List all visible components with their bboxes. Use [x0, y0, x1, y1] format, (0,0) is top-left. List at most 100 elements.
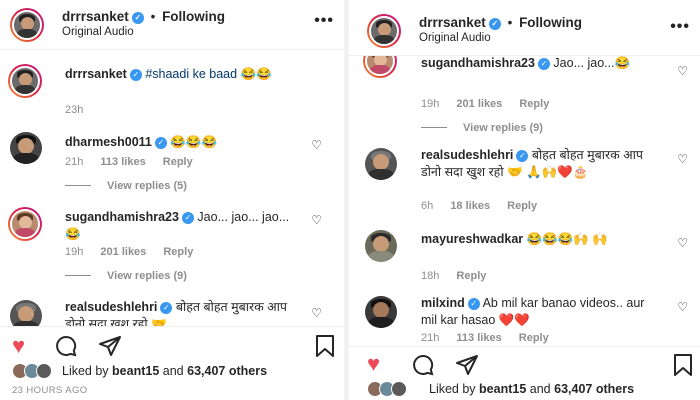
following-button[interactable]: Following [519, 15, 582, 30]
comment-item: realsudeshlehri ✓ बोहत बोहत मुबारक आप डोन… [0, 296, 344, 332]
comment-likes[interactable]: 201 likes [100, 246, 146, 258]
liked-by-text: Liked by beant15 and 63,407 others [429, 382, 634, 396]
comment-likes[interactable]: 18 likes [450, 200, 490, 212]
caption-emoji: 😂😂 [240, 67, 272, 81]
profile-avatar[interactable] [10, 8, 44, 42]
comment-item: sugandhamishra23 ✓ Jao... jao...😂 ♡ 19h 2… [349, 44, 700, 136]
verified-icon: ✓ [467, 298, 480, 310]
commenter-avatar[interactable] [8, 207, 42, 241]
comment-meta: 19h 201 likes Reply [65, 246, 207, 258]
liker-avatar[interactable] [36, 363, 52, 379]
bookmark-icon[interactable] [314, 334, 336, 362]
liked-and: and [529, 382, 551, 396]
comment-like-icon[interactable]: ♡ [677, 300, 688, 314]
comment-likes[interactable]: 201 likes [456, 98, 502, 110]
hashtag-link[interactable]: #shaadi ke baad [145, 67, 237, 81]
view-replies-label: View replies (5) [107, 180, 187, 192]
liker-avatar[interactable] [391, 381, 407, 397]
comment-text: sugandhamishra23 ✓ Jao... jao...😂 [421, 55, 656, 72]
comment-like-icon[interactable]: ♡ [677, 236, 688, 250]
verified-icon: ✓ [537, 58, 550, 70]
verified-icon: ✓ [131, 12, 144, 24]
right-post-panel: drrrsanket ✓ • Following Original Audio •… [349, 6, 700, 400]
commenter-avatar[interactable] [365, 148, 397, 180]
comment-item: realsudeshlehri ✓ बोहत बोहत मुबारक आप डोन… [349, 144, 700, 218]
comment-like-icon[interactable]: ♡ [677, 152, 688, 166]
commenter-avatar[interactable] [10, 132, 42, 164]
reply-button[interactable]: Reply [519, 332, 549, 344]
view-replies-line [421, 127, 447, 128]
comment-meta: 21h 113 likes Reply [421, 332, 563, 344]
reply-button[interactable]: Reply [163, 246, 193, 258]
bookmark-icon[interactable] [672, 353, 694, 381]
heart-filled-icon[interactable]: ♥ [12, 335, 25, 357]
comment-username[interactable]: sugandhamishra23 [65, 210, 179, 224]
comment-username[interactable]: realsudeshlehri [421, 148, 513, 162]
header-username[interactable]: drrrsanket [419, 15, 486, 30]
reply-button[interactable]: Reply [507, 200, 537, 212]
more-options-icon[interactable]: ••• [670, 18, 690, 36]
verified-icon: ✓ [154, 137, 167, 149]
view-replies-button[interactable]: View replies (9) [65, 270, 187, 282]
send-icon[interactable] [455, 353, 479, 381]
comment-text: realsudeshlehri ✓ बोहत बोहत मुबारक आप डोन… [421, 147, 653, 181]
liked-prefix: Liked by [429, 382, 476, 396]
comment-text: milxind ✓ Ab mil kar banao videos.. aur m… [421, 295, 653, 329]
audio-label[interactable]: Original Audio [62, 26, 134, 38]
caption-username[interactable]: drrrsanket [65, 67, 127, 81]
view-replies-line [65, 275, 91, 276]
liked-user[interactable]: beant15 [112, 364, 159, 378]
comment-time: 6h [421, 200, 434, 212]
comment-item: dharmesh0011 ✓ 😂😂😂 ♡ 21h 113 likes Reply … [0, 128, 344, 198]
comment-username[interactable]: dharmesh0011 [65, 135, 152, 149]
comment-body: Jao... jao...😂 [553, 56, 631, 70]
comment-icon[interactable] [54, 334, 78, 362]
header-username[interactable]: drrrsanket [62, 9, 129, 24]
caption-avatar[interactable] [8, 64, 42, 98]
view-replies-line [65, 185, 91, 186]
view-replies-label: View replies (9) [107, 270, 187, 282]
liked-count[interactable]: 63,407 others [554, 382, 634, 396]
caption-time: 23h [65, 104, 84, 116]
comment-time: 21h [65, 156, 84, 168]
liked-user[interactable]: beant15 [479, 382, 526, 396]
comment-icon[interactable] [411, 353, 435, 381]
caption: drrrsanket ✓ #shaadi ke baad 😂😂 23h [0, 58, 344, 118]
comment-username[interactable]: realsudeshlehri [65, 300, 157, 314]
comment-time: 19h [65, 246, 84, 258]
comment-username[interactable]: mayureshwadkar [421, 232, 523, 246]
post-actions: ♥ Liked by beant15 and 63,407 others [349, 346, 700, 400]
reply-button[interactable]: Reply [456, 270, 486, 282]
comment-like-icon[interactable]: ♡ [311, 306, 322, 320]
liked-count[interactable]: 63,407 others [187, 364, 267, 378]
profile-avatar[interactable] [367, 14, 401, 48]
reply-button[interactable]: Reply [519, 98, 549, 110]
audio-label[interactable]: Original Audio [419, 32, 491, 44]
header-username-row: drrrsanket ✓ • Following [62, 9, 225, 24]
comment-likes[interactable]: 113 likes [100, 156, 145, 168]
comment-time: 19h [421, 98, 440, 110]
reply-button[interactable]: Reply [163, 156, 193, 168]
view-replies-button[interactable]: View replies (5) [65, 180, 187, 192]
comment-username[interactable]: milxind [421, 296, 465, 310]
more-options-icon[interactable]: ••• [314, 12, 334, 30]
comment-item: mayureshwadkar 😂😂😂🙌 🙌 ♡ 18h Reply [349, 226, 700, 288]
comment-likes[interactable]: 113 likes [456, 332, 501, 344]
comment-meta: 19h 201 likes Reply [421, 98, 563, 110]
liked-and: and [162, 364, 184, 378]
comment-like-icon[interactable]: ♡ [677, 64, 688, 78]
caption-meta: 23h [65, 104, 97, 116]
commenter-avatar[interactable] [365, 230, 397, 262]
commenter-avatar[interactable] [365, 296, 397, 328]
comment-like-icon[interactable]: ♡ [311, 138, 322, 152]
comment-item: milxind ✓ Ab mil kar banao videos.. aur m… [349, 292, 700, 344]
heart-filled-icon[interactable]: ♥ [367, 353, 380, 375]
liked-by-text: Liked by beant15 and 63,407 others [62, 364, 267, 378]
comment-like-icon[interactable]: ♡ [311, 213, 322, 227]
post-actions: ♥ Liked by beant15 and 63,407 others 23 … [0, 326, 344, 400]
post-header: drrrsanket ✓ • Following Original Audio •… [0, 0, 344, 50]
send-icon[interactable] [98, 334, 122, 362]
view-replies-button[interactable]: View replies (9) [421, 122, 543, 134]
comment-username[interactable]: sugandhamishra23 [421, 56, 535, 70]
following-button[interactable]: Following [162, 9, 225, 24]
